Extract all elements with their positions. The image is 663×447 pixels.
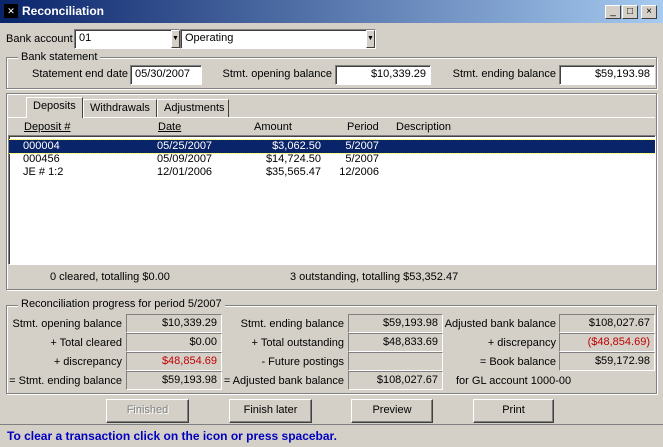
col1-opening-label: Stmt. opening balance	[12, 318, 122, 330]
deposit-number-cell: JE # 1:2	[23, 166, 64, 178]
column-header-period[interactable]: Period	[347, 121, 379, 133]
table-row[interactable]: 000456 05/09/2007 $14,724.50 5/2007	[9, 153, 655, 166]
minimize-button[interactable]: _	[605, 5, 621, 19]
statement-end-date-input[interactable]: 05/30/2007	[130, 65, 202, 85]
col1-ending-label: = Stmt. ending balance	[9, 375, 122, 387]
stmt-opening-balance-label: Stmt. opening balance	[222, 68, 332, 80]
tab-adjustments[interactable]: Adjustments	[157, 99, 229, 118]
app-icon[interactable]: ✕	[4, 4, 18, 18]
col1-ending-value: $59,193.98	[126, 371, 222, 390]
column-header-date[interactable]: Date	[158, 121, 181, 133]
col2-ending-label: Stmt. ending balance	[240, 318, 344, 330]
column-header-amount[interactable]: Amount	[254, 121, 292, 133]
reconciliation-progress-label: Reconciliation progress for period 5/200…	[18, 298, 225, 310]
deposits-list[interactable]: 000004 05/25/2007 $3,062.50 5/2007 00045…	[8, 135, 656, 265]
status-message: To clear a transaction click on the icon…	[7, 429, 337, 443]
bank-account-code-select[interactable]: 01	[74, 29, 180, 49]
amount-cell: $3,062.50	[272, 140, 321, 152]
close-button[interactable]: ×	[641, 5, 657, 19]
finish-later-button[interactable]: Finish later	[229, 399, 312, 423]
col2-total-outstanding-label: + Total outstanding	[251, 337, 344, 349]
col3-book-balance-value: $59,172.98	[559, 352, 655, 371]
amount-cell: $14,724.50	[265, 153, 321, 165]
column-header-description[interactable]: Description	[396, 121, 451, 133]
date-cell: 05/09/2007	[157, 153, 213, 165]
bank-account-label: Bank account	[6, 33, 73, 45]
col3-discrepancy-value: ($48,854.69)	[559, 333, 655, 352]
period-cell: 12/2006	[339, 166, 379, 178]
stmt-ending-balance-input[interactable]: $59,193.98	[559, 65, 655, 85]
col3-discrepancy-label: + discrepancy	[487, 337, 556, 349]
date-cell: 05/25/2007	[157, 140, 213, 152]
col3-gl-account-label: for GL account 1000-00	[456, 375, 572, 387]
account-name-chevron-down-icon[interactable]: ▼	[366, 30, 375, 48]
account-code-chevron-down-icon[interactable]: ▼	[171, 30, 180, 48]
deposit-number-cell: 000456	[23, 153, 60, 165]
col1-opening-value: $10,339.29	[126, 314, 222, 333]
col1-total-cleared-value: $0.00	[126, 333, 222, 352]
stmt-opening-balance-input[interactable]: $10,339.29	[335, 65, 431, 85]
table-row[interactable]: JE # 1:2 12/01/2006 $35,565.47 12/2006	[9, 166, 655, 179]
maximize-button[interactable]: □	[622, 5, 638, 19]
tab-deposits[interactable]: Deposits	[26, 97, 83, 118]
col3-book-balance-label: = Book balance	[479, 356, 556, 368]
bank-account-name-select[interactable]: Operating	[180, 29, 376, 49]
col2-adjusted-bank-label: = Adjusted bank balance	[223, 375, 344, 387]
print-button[interactable]: Print	[473, 399, 554, 423]
stmt-ending-balance-label: Stmt. ending balance	[452, 68, 556, 80]
status-divider	[0, 424, 663, 425]
col3-adjusted-bank-label: Adjusted bank balance	[444, 318, 556, 330]
col1-total-cleared-label: + Total cleared	[50, 337, 122, 349]
col2-total-outstanding-value: $48,833.69	[348, 333, 443, 352]
finished-button[interactable]: Finished	[106, 399, 189, 423]
table-row[interactable]: 000004 05/25/2007 $3,062.50 5/2007	[9, 139, 655, 154]
col2-adjusted-bank-value: $108,027.67	[348, 371, 443, 390]
statement-end-date-label: Statement end date	[31, 68, 128, 80]
period-cell: 5/2007	[345, 140, 379, 152]
date-cell: 12/01/2006	[157, 166, 213, 178]
outstanding-summary: 3 outstanding, totalling $53,352.47	[290, 271, 459, 283]
column-header-deposit[interactable]: Deposit #	[24, 121, 70, 133]
cleared-summary: 0 cleared, totalling $0.00	[50, 271, 170, 283]
amount-cell: $35,565.47	[265, 166, 321, 178]
col1-discrepancy-value: $48,854.69	[126, 352, 222, 371]
col3-adjusted-bank-value: $108,027.67	[559, 314, 655, 333]
window-title: Reconciliation	[22, 4, 105, 18]
period-cell: 5/2007	[345, 153, 379, 165]
col2-future-postings-value	[348, 352, 443, 371]
col2-future-postings-label: - Future postings	[261, 356, 344, 368]
bank-statement-label: Bank statement	[18, 51, 101, 63]
tab-withdrawals[interactable]: Withdrawals	[83, 99, 157, 118]
deposit-number-cell: 000004	[23, 140, 60, 152]
col2-ending-value: $59,193.98	[348, 314, 443, 333]
col1-discrepancy-label: + discrepancy	[53, 356, 122, 368]
preview-button[interactable]: Preview	[351, 399, 433, 423]
